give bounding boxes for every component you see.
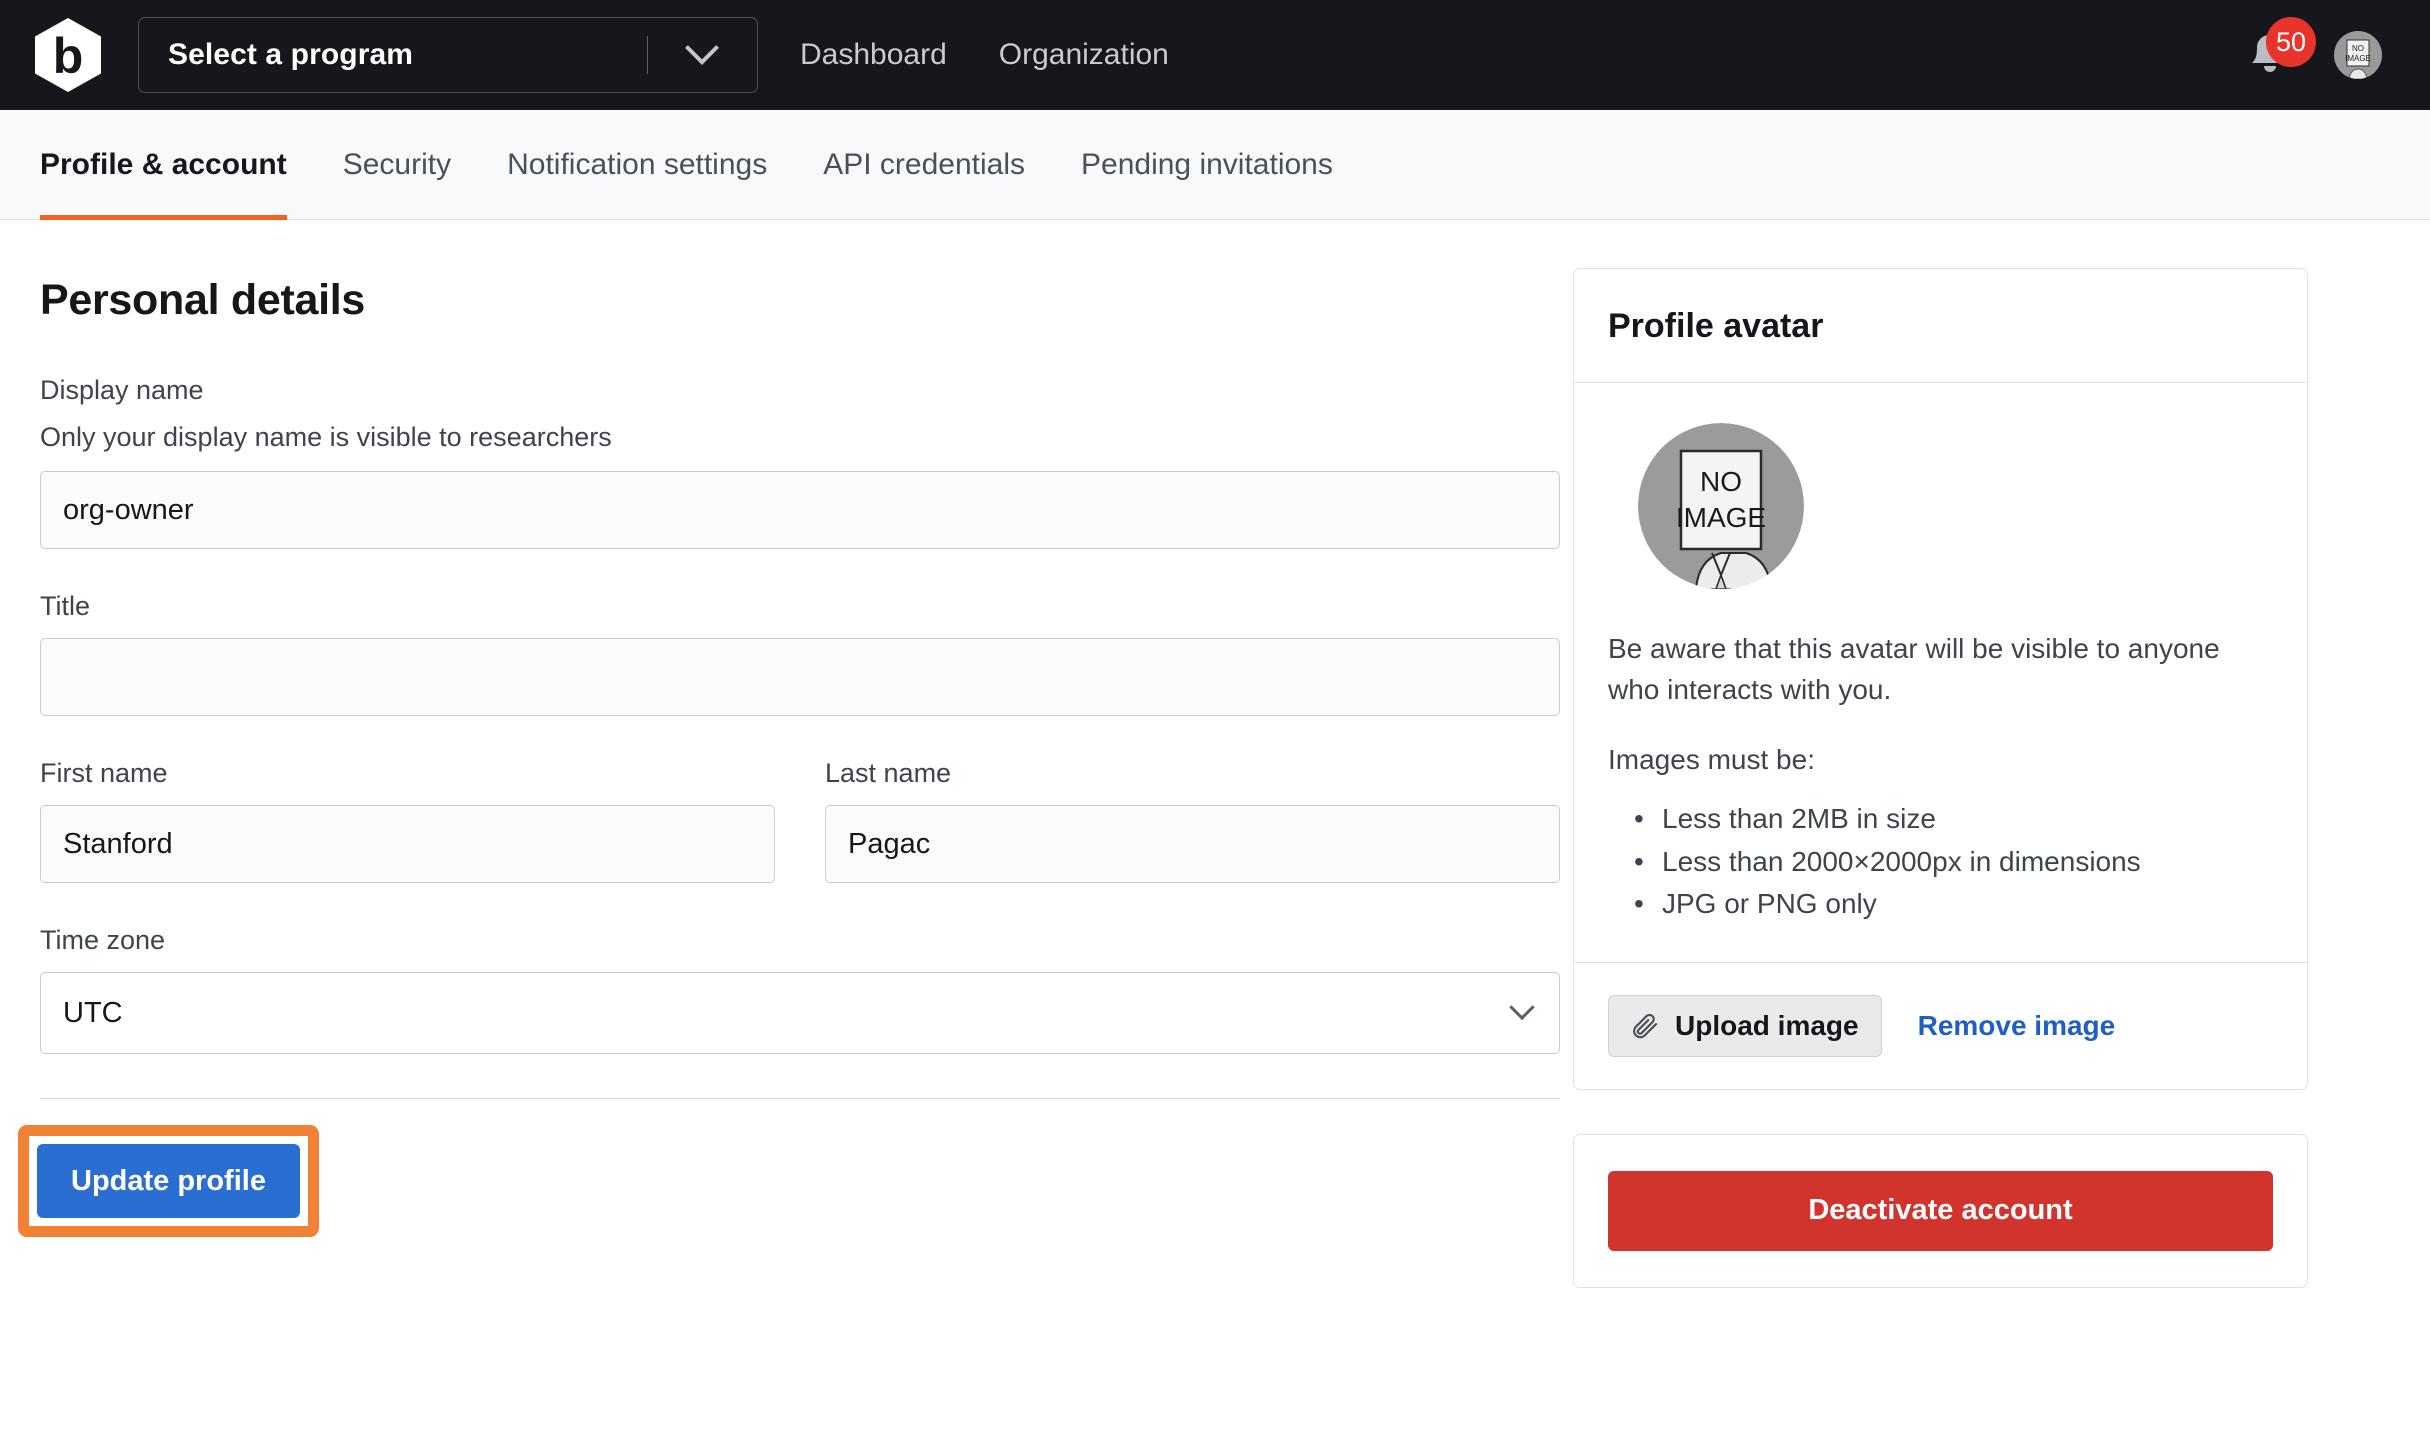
last-name-label: Last name	[825, 758, 952, 788]
tab-profile-account[interactable]: Profile & account	[40, 110, 315, 220]
paperclip-icon	[1633, 1013, 1658, 1039]
top-bar-right: 50 NO IMAGE	[2244, 17, 2382, 87]
program-selector[interactable]: Select a program	[138, 17, 758, 93]
program-selector-toggle[interactable]	[647, 18, 757, 92]
tab-api-credentials[interactable]: API credentials	[795, 110, 1053, 220]
field-first-name: First name Stanford	[40, 758, 775, 883]
account-tabs: Profile & account Security Notification …	[0, 110, 2430, 220]
update-profile-button[interactable]: Update profile	[37, 1144, 300, 1218]
field-title: Title	[40, 591, 1560, 716]
display-name-input[interactable]: org-owner	[40, 471, 1560, 549]
chevron-down-icon	[1509, 994, 1535, 1021]
upload-image-button[interactable]: Upload image	[1608, 994, 1882, 1057]
first-name-label: First name	[40, 758, 168, 788]
profile-avatar-title: Profile avatar	[1608, 307, 1824, 345]
tab-label: Pending invitations	[1081, 147, 1333, 181]
tab-label: Security	[342, 147, 452, 181]
nav-link-dashboard[interactable]: Dashboard	[800, 38, 947, 72]
avatar-text-no: NO	[1700, 466, 1742, 497]
page-content: Personal details Display name Only your …	[0, 220, 2430, 1332]
field-time-zone: Time zone UTC	[40, 925, 1560, 1054]
field-last-name: Last name Pagac	[825, 758, 1560, 883]
deactivate-account-card: Deactivate account	[1573, 1133, 2308, 1288]
remove-image-link[interactable]: Remove image	[1918, 1010, 2116, 1042]
svg-text:b: b	[53, 28, 84, 84]
list-item: Less than 2MB in size	[1634, 798, 2273, 841]
tab-label: API credentials	[823, 147, 1026, 181]
form-divider	[40, 1098, 1560, 1099]
personal-details-form: Personal details Display name Only your …	[0, 220, 1560, 1237]
avatar-actions: Upload image Remove image	[1574, 961, 2307, 1089]
notifications-button[interactable]: 50	[2244, 17, 2316, 87]
tab-label: Notification settings	[507, 147, 768, 181]
avatar-text-image: IMAGE	[1676, 502, 1766, 533]
title-label: Title	[40, 591, 91, 621]
avatar[interactable]: NO IMAGE	[2334, 31, 2382, 79]
first-name-input[interactable]: Stanford	[40, 805, 775, 883]
program-selector-divider	[647, 36, 648, 74]
avatar-visibility-note: Be aware that this avatar will be visibl…	[1608, 633, 2220, 705]
profile-avatar-card-header: Profile avatar	[1574, 269, 2307, 383]
side-panel: Profile avatar NO IMAGE Be aware that th…	[1545, 220, 2308, 1332]
svg-text:NO: NO	[2352, 44, 2364, 53]
notification-count-badge: 50	[2266, 17, 2316, 67]
tab-label: Profile & account	[40, 147, 287, 181]
display-name-hint: Only your display name is visible to res…	[40, 422, 612, 452]
time-zone-select[interactable]: UTC	[40, 972, 1560, 1054]
field-display-name: Display name Only your display name is v…	[40, 375, 1560, 549]
top-bar: b Select a program Dashboard Organizatio…	[0, 0, 2430, 110]
list-item: Less than 2000×2000px in dimensions	[1634, 841, 2273, 884]
time-zone-value: UTC	[63, 996, 123, 1029]
program-selector-label: Select a program	[168, 38, 414, 71]
last-name-input[interactable]: Pagac	[825, 805, 1560, 883]
tab-notification-settings[interactable]: Notification settings	[479, 110, 795, 220]
name-fields-row: First name Stanford Last name Pagac	[40, 758, 1560, 883]
tab-security[interactable]: Security	[315, 110, 479, 220]
chevron-down-icon	[685, 30, 719, 65]
title-input[interactable]	[40, 638, 1560, 716]
nav-link-organization[interactable]: Organization	[999, 38, 1169, 72]
primary-nav: Dashboard Organization	[800, 38, 1169, 72]
profile-avatar-card-body: NO IMAGE Be aware that this avatar will …	[1574, 383, 2307, 962]
svg-text:IMAGE: IMAGE	[2345, 54, 2371, 63]
avatar-requirements-intro: Images must be:	[1608, 744, 1815, 776]
profile-avatar-image: NO IMAGE	[1638, 423, 1804, 589]
update-profile-highlight: Update profile	[18, 1125, 319, 1237]
profile-avatar-card: Profile avatar NO IMAGE Be aware that th…	[1573, 268, 2308, 1090]
tab-pending-invitations[interactable]: Pending invitations	[1053, 110, 1361, 220]
bugcrowd-logo-icon[interactable]: b	[34, 18, 102, 92]
list-item: JPG or PNG only	[1634, 883, 2273, 926]
avatar-requirements-list: Less than 2MB in size Less than 2000×200…	[1608, 798, 2273, 926]
display-name-label: Display name	[40, 375, 204, 405]
deactivate-account-button[interactable]: Deactivate account	[1608, 1170, 2273, 1251]
time-zone-label: Time zone	[40, 925, 166, 955]
page-title: Personal details	[40, 276, 366, 324]
upload-image-label: Upload image	[1675, 1009, 1859, 1041]
